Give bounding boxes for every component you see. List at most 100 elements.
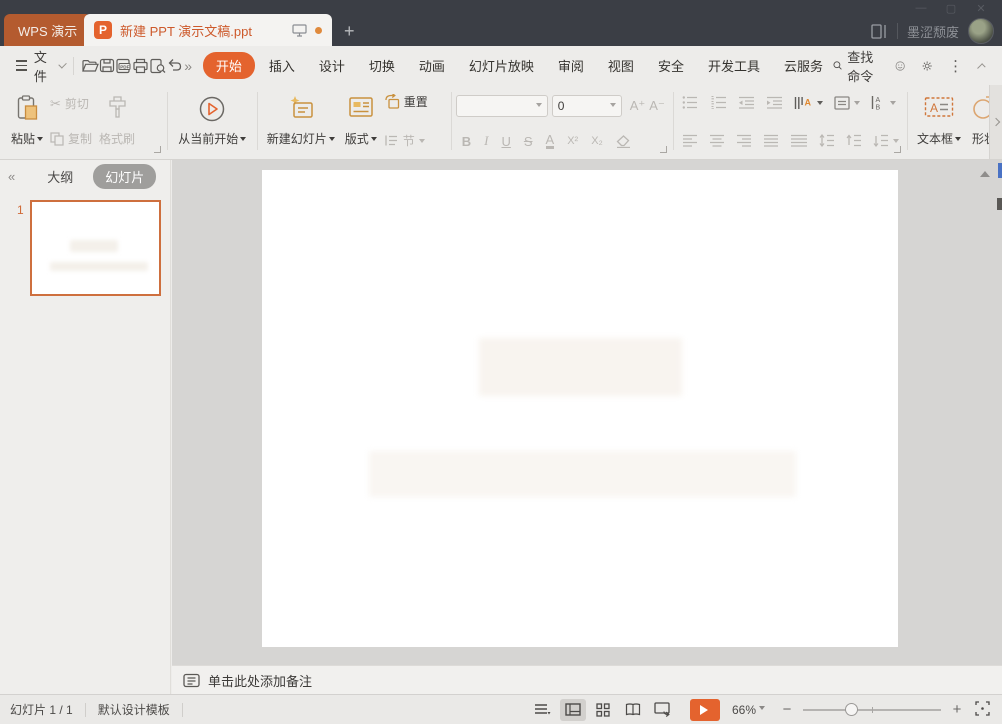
tab-home[interactable]: 开始 — [203, 52, 255, 79]
layout-button[interactable]: 版式 — [340, 92, 382, 150]
print-preview-button[interactable] — [149, 55, 166, 77]
align-left-icon[interactable] — [682, 134, 698, 147]
increase-indent-icon[interactable] — [766, 96, 783, 109]
undo-button[interactable] — [166, 55, 183, 77]
strikethrough-button[interactable]: S — [524, 134, 533, 149]
ribbon-scroll-right[interactable] — [989, 85, 1002, 159]
font-size-select[interactable]: 0 — [552, 95, 622, 117]
clear-format-eraser-icon[interactable] — [616, 135, 631, 148]
open-file-button[interactable] — [81, 55, 99, 77]
section-button[interactable]: 节 — [384, 132, 428, 149]
more-quick-tools-button[interactable]: » — [183, 55, 192, 77]
decrease-indent-icon[interactable] — [738, 96, 755, 109]
print-button[interactable] — [132, 55, 149, 77]
font-color-button[interactable]: A — [546, 134, 555, 149]
document-tab[interactable]: P 新建 PPT 演示文稿.ppt — [84, 14, 332, 46]
distribute-text-icon[interactable] — [790, 134, 808, 147]
bullets-icon[interactable] — [682, 96, 699, 109]
feedback-smiley-icon[interactable] — [895, 58, 905, 74]
zoom-slider-thumb[interactable] — [845, 703, 858, 716]
tab-security[interactable]: 安全 — [648, 52, 694, 79]
tab-view[interactable]: 视图 — [598, 52, 644, 79]
notes-toggle-button[interactable] — [530, 699, 556, 721]
tab-slideshow[interactable]: 幻灯片放映 — [459, 52, 544, 79]
tab-insert[interactable]: 插入 — [259, 52, 305, 79]
find-command-button[interactable]: 查找命令 — [833, 47, 879, 85]
scrollbar-up-arrow[interactable] — [980, 166, 990, 177]
app-home-tab[interactable]: WPS 演示 — [4, 14, 91, 46]
zoom-level-control[interactable]: 66% — [732, 703, 765, 717]
collapse-ribbon-icon[interactable] — [977, 63, 985, 71]
document-tab-title: 新建 PPT 演示文稿.ppt — [120, 21, 284, 40]
underline-button[interactable]: U — [501, 134, 510, 149]
zoom-slider-track[interactable] — [803, 709, 941, 711]
slideshow-view-button[interactable] — [650, 699, 676, 721]
normal-view-button[interactable] — [560, 699, 586, 721]
textbox-button[interactable]: A 文本框 — [912, 92, 966, 150]
tab-cloud[interactable]: 云服务 — [774, 52, 833, 79]
align-right-icon[interactable] — [736, 134, 752, 147]
vertical-text-layout-button[interactable]: AB — [871, 95, 896, 110]
line-spacing-icon[interactable] — [819, 134, 835, 147]
user-avatar[interactable] — [968, 18, 994, 44]
paragraph-spacing-icon[interactable] — [846, 134, 862, 147]
font-name-select[interactable] — [456, 95, 548, 117]
slide-thumbnail[interactable] — [30, 200, 161, 296]
faint-title-placeholder[interactable] — [479, 338, 682, 396]
notes-bar[interactable]: 单击此处添加备注 — [172, 665, 1002, 694]
copy-button[interactable]: 复制 — [50, 130, 92, 147]
font-group-expand[interactable] — [660, 146, 667, 153]
save-button[interactable] — [99, 55, 115, 77]
maximize-button[interactable]: ▢ — [936, 0, 966, 16]
slide-editing-area[interactable] — [262, 170, 898, 647]
text-direction-button[interactable]: A — [794, 96, 823, 110]
tab-transitions[interactable]: 切换 — [359, 52, 405, 79]
justify-icon[interactable] — [763, 134, 779, 147]
slides-tab[interactable]: 幻灯片 — [93, 164, 156, 189]
slide-sorter-view-button[interactable] — [590, 699, 616, 721]
reading-view-button[interactable] — [620, 699, 646, 721]
normal-view-icon — [565, 703, 581, 716]
align-text-button[interactable] — [834, 96, 860, 110]
new-slide-button[interactable]: 新建幻灯片 — [262, 92, 340, 150]
cut-button[interactable]: ✂ 剪切 — [50, 95, 92, 112]
grid-view-icon — [596, 703, 610, 717]
fit-to-window-button[interactable] — [975, 701, 990, 719]
format-painter-button[interactable]: 格式刷 — [94, 92, 140, 150]
minimize-button[interactable]: — — [906, 0, 936, 16]
more-options-dots-icon[interactable]: ⋮ — [948, 57, 963, 75]
tab-animations[interactable]: 动画 — [409, 52, 455, 79]
bold-button[interactable]: B — [462, 134, 471, 149]
new-tab-button[interactable]: + — [344, 22, 355, 40]
decrease-font-button[interactable]: A⁻ — [649, 98, 665, 114]
clipboard-group-expand[interactable] — [154, 146, 161, 153]
export-pdf-button[interactable]: PDF — [115, 55, 132, 77]
close-button[interactable]: ✕ — [966, 0, 996, 16]
subscript-button[interactable]: X₂ — [591, 135, 603, 147]
tab-design[interactable]: 设计 — [309, 52, 355, 79]
outline-tab[interactable]: 大纲 — [35, 164, 85, 189]
play-from-current-button[interactable]: 从当前开始 — [173, 92, 251, 150]
template-name[interactable]: 默认设计模板 — [98, 701, 170, 718]
font-size-caret — [610, 103, 616, 110]
settings-gear-icon[interactable] — [922, 58, 932, 74]
file-menu[interactable]: 文件 — [0, 47, 65, 85]
zoom-in-button[interactable]: + — [949, 701, 965, 718]
play-slideshow-button[interactable] — [690, 699, 720, 721]
increase-font-button[interactable]: A⁺ — [630, 98, 646, 114]
collapse-panel-button[interactable]: « — [8, 169, 13, 184]
italic-button[interactable]: I — [484, 133, 488, 149]
tab-developer[interactable]: 开发工具 — [698, 52, 770, 79]
paragraph-group-expand[interactable] — [894, 146, 901, 153]
reset-slide-button[interactable]: 重置 — [384, 93, 428, 110]
username-label[interactable]: 墨涩颓废 — [907, 22, 959, 41]
align-center-icon[interactable] — [709, 134, 725, 147]
paste-button[interactable]: 粘贴 — [6, 92, 48, 150]
zoom-out-button[interactable]: − — [779, 701, 795, 718]
superscript-button[interactable]: X² — [567, 135, 578, 147]
dock-side-icon[interactable] — [871, 24, 888, 39]
faint-subtitle-placeholder[interactable] — [369, 451, 796, 497]
numbering-icon[interactable] — [710, 96, 727, 109]
tab-review[interactable]: 审阅 — [548, 52, 594, 79]
slide-canvas[interactable] — [172, 160, 1002, 665]
